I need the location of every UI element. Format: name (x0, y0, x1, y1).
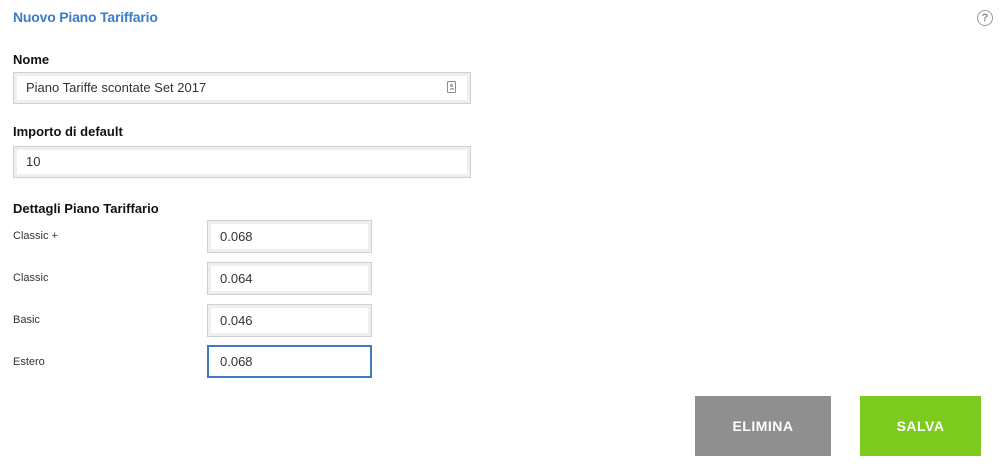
save-button[interactable]: SALVA (860, 396, 981, 456)
rate-label-estero: Estero (13, 356, 45, 368)
rate-label-classic-plus: Classic + (13, 230, 58, 242)
details-section-label: Dettagli Piano Tariffario (13, 201, 159, 216)
help-icon[interactable]: ? (977, 10, 993, 26)
rate-label-classic: Classic (13, 272, 49, 284)
default-amount-input[interactable]: 10 (13, 146, 471, 178)
delete-button[interactable]: ELIMINA (695, 396, 831, 456)
rate-label-basic: Basic (13, 314, 40, 326)
rate-input-classic[interactable]: 0.064 (207, 262, 372, 295)
rate-input-classic-plus[interactable]: 0.068 (207, 220, 372, 253)
contact-card-icon[interactable] (447, 81, 456, 93)
default-amount-label: Importo di default (13, 124, 123, 139)
rate-input-estero[interactable]: 0.068 (207, 345, 372, 378)
name-input[interactable]: Piano Tariffe scontate Set 2017 (13, 72, 471, 104)
name-label: Nome (13, 52, 50, 67)
rate-input-basic[interactable]: 0.046 (207, 304, 372, 337)
page-title: Nuovo Piano Tariffario (13, 9, 158, 25)
